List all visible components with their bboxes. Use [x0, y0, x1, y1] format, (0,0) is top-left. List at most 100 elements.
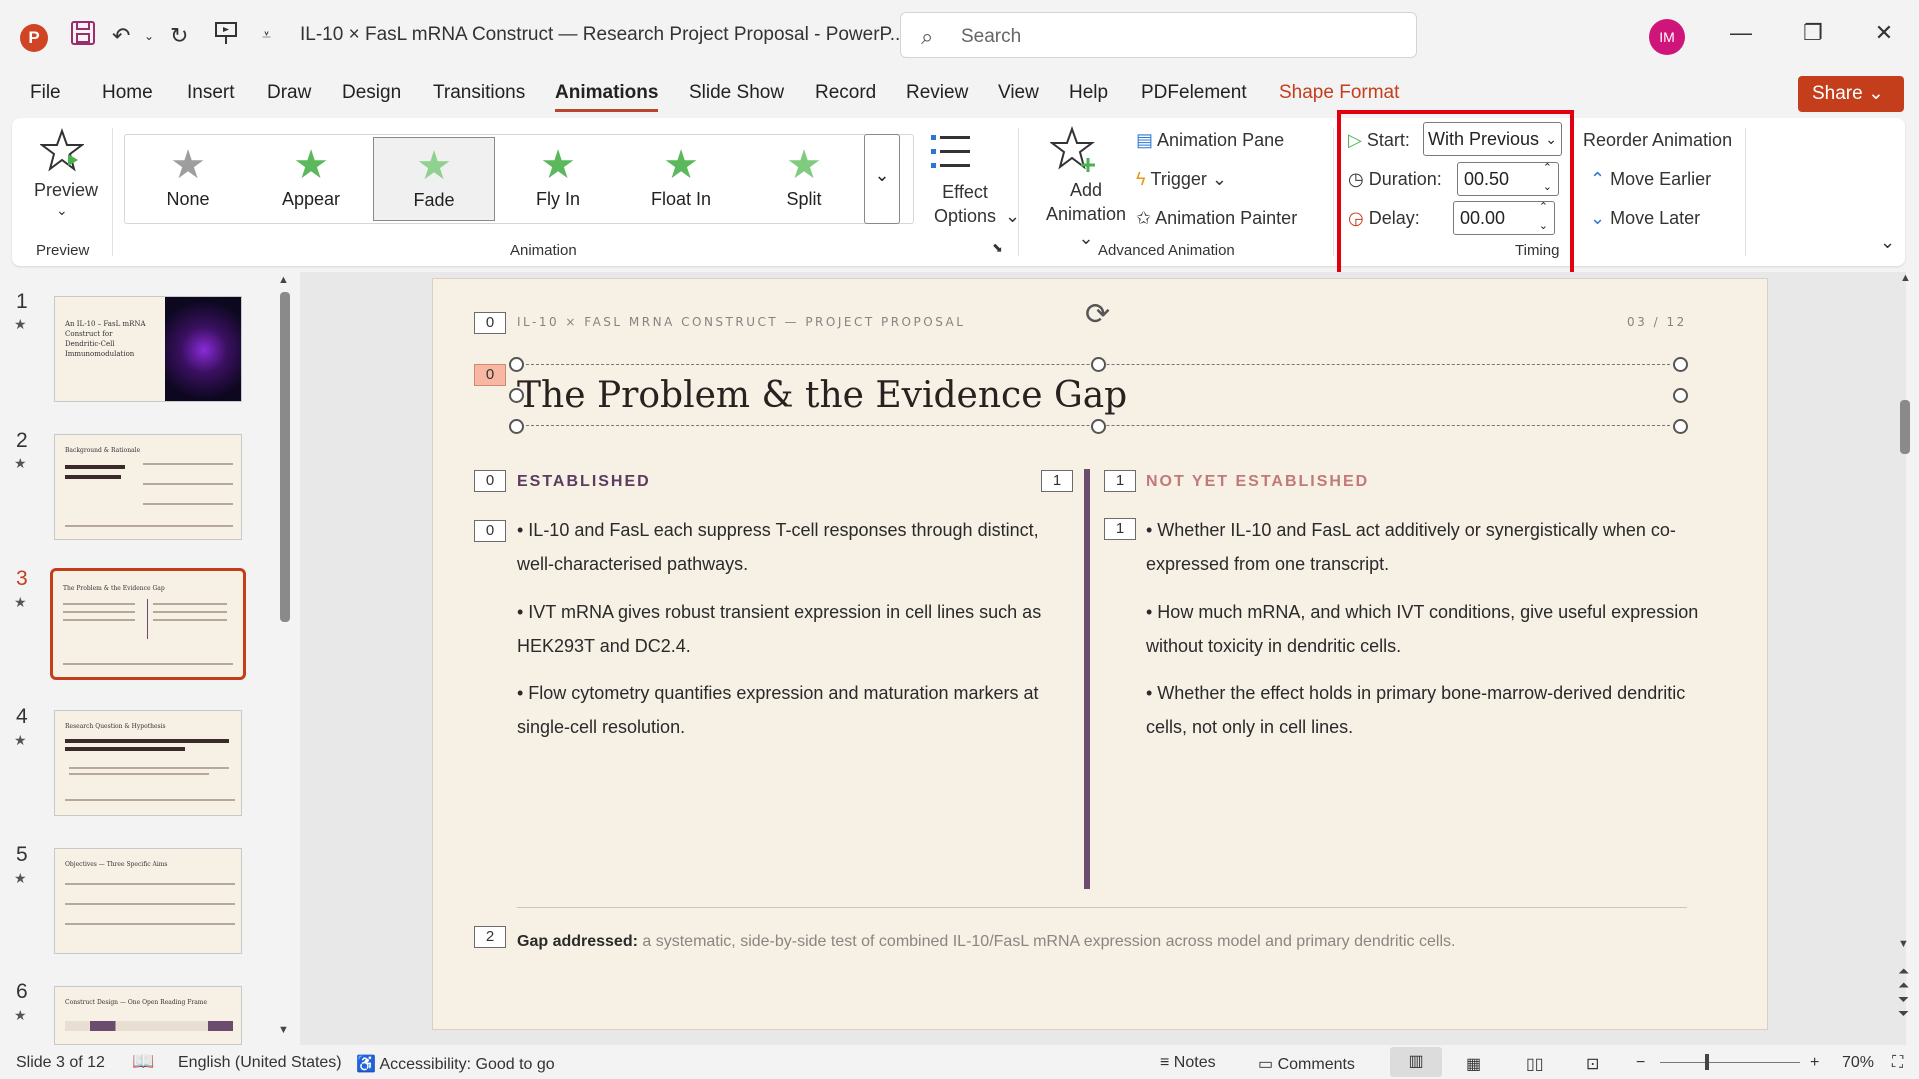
- scroll-up-icon[interactable]: ▲: [1900, 272, 1911, 284]
- slide-title[interactable]: The Problem & the Evidence Gap: [517, 375, 1127, 416]
- language-status[interactable]: English (United States): [178, 1054, 342, 1072]
- share-button[interactable]: Share ⌄: [1798, 76, 1904, 112]
- slide-sorter-icon[interactable]: ▦: [1466, 1054, 1481, 1074]
- collapse-ribbon-icon[interactable]: ⌄: [1880, 232, 1895, 253]
- animation-tag[interactable]: 1: [1104, 518, 1136, 540]
- animation-tag[interactable]: 1: [1041, 470, 1073, 492]
- resize-handle[interactable]: [1673, 388, 1688, 403]
- rotate-handle-icon[interactable]: ⟳: [1085, 297, 1110, 332]
- next-slide-icon[interactable]: ⏷ ⏷: [1898, 992, 1909, 1020]
- animation-dialog-launcher-icon[interactable]: ⬊: [992, 240, 1003, 256]
- scroll-down-icon[interactable]: ▼: [278, 1024, 289, 1036]
- thumb-line: [63, 663, 233, 665]
- resize-handle[interactable]: [1091, 357, 1106, 372]
- resize-handle[interactable]: [509, 419, 524, 434]
- add-animation-icon[interactable]: [1049, 126, 1100, 181]
- scroll-down-icon[interactable]: ▼: [1898, 938, 1909, 950]
- zoom-slider-track[interactable]: [1660, 1062, 1800, 1063]
- tab-insert[interactable]: Insert: [187, 82, 235, 104]
- column-divider[interactable]: [1084, 469, 1090, 889]
- slide-thumbnail-1[interactable]: An IL-10 – FasL mRNA Construct for Dendr…: [54, 296, 242, 402]
- thumb-line: [69, 767, 229, 769]
- notes-button[interactable]: ≡ Notes: [1160, 1054, 1216, 1072]
- tab-transitions[interactable]: Transitions: [433, 82, 525, 104]
- restore-icon[interactable]: ❐: [1793, 20, 1833, 46]
- save-icon[interactable]: [70, 20, 96, 55]
- spell-check-icon[interactable]: 📖: [132, 1051, 154, 1072]
- tab-home[interactable]: Home: [102, 82, 153, 104]
- animation-painter-button[interactable]: ✩ Animation Painter: [1136, 208, 1297, 229]
- tab-shape-format[interactable]: Shape Format: [1279, 82, 1399, 104]
- thumb-number: 1: [16, 290, 28, 313]
- tab-pdfelement[interactable]: PDFelement: [1141, 82, 1247, 104]
- zoom-out-icon[interactable]: −: [1636, 1054, 1645, 1072]
- tab-design[interactable]: Design: [342, 82, 401, 104]
- tab-help[interactable]: Help: [1069, 82, 1108, 104]
- effect-options-icon[interactable]: [929, 132, 973, 177]
- animation-tag[interactable]: 0: [474, 470, 506, 492]
- animation-float-in[interactable]: ★ Float In: [620, 137, 742, 221]
- customize-toolbar-icon[interactable]: ⩡: [262, 20, 271, 52]
- animation-tag[interactable]: 2: [474, 926, 506, 948]
- left-bullet-2: • IVT mRNA gives robust transient expres…: [517, 602, 1042, 656]
- animation-fade[interactable]: ★ Fade: [373, 137, 495, 221]
- animation-pane-button[interactable]: ▤ Animation Pane: [1136, 130, 1284, 151]
- tab-draw[interactable]: Draw: [267, 82, 311, 104]
- undo-dropdown-icon[interactable]: ⌄: [144, 20, 154, 52]
- slide-thumbnail-4[interactable]: Research Question & Hypothesis: [54, 710, 242, 816]
- animation-appear[interactable]: ★ Appear: [250, 137, 372, 221]
- effect-options-button[interactable]: Effect Options ⌄: [930, 180, 1020, 228]
- preview-star-icon[interactable]: [39, 128, 85, 177]
- minimize-icon[interactable]: —: [1721, 20, 1761, 46]
- animation-split[interactable]: ★ Split: [743, 137, 865, 221]
- zoom-in-icon[interactable]: +: [1810, 1054, 1819, 1072]
- tab-record[interactable]: Record: [815, 82, 876, 104]
- preview-dropdown-icon[interactable]: ⌄: [56, 202, 68, 219]
- undo-icon[interactable]: ↶: [112, 20, 130, 52]
- search-input[interactable]: ⌕ Search: [900, 12, 1417, 58]
- slide-thumbnail-2[interactable]: Background & Rationale: [54, 434, 242, 540]
- thumbnail-scrollbar[interactable]: [280, 292, 290, 622]
- trigger-button[interactable]: ϟ Trigger ⌄: [1136, 169, 1227, 190]
- avatar[interactable]: IM: [1649, 19, 1685, 55]
- resize-handle[interactable]: [509, 357, 524, 372]
- tab-animations[interactable]: Animations: [555, 82, 659, 112]
- zoom-level[interactable]: 70%: [1842, 1054, 1874, 1072]
- tab-slide-show[interactable]: Slide Show: [689, 82, 784, 104]
- preview-button[interactable]: Preview: [34, 180, 98, 201]
- animation-tag-selected[interactable]: 0: [474, 364, 506, 386]
- animation-tag[interactable]: 0: [474, 520, 506, 542]
- accessibility-status[interactable]: ♿ Accessibility: Good to go: [356, 1054, 555, 1074]
- animation-none[interactable]: ★ None: [127, 137, 249, 221]
- move-earlier-button[interactable]: ⌃ Move Earlier: [1590, 169, 1711, 190]
- add-animation-button[interactable]: Add Animation ⌄: [1046, 178, 1126, 250]
- fit-to-window-icon[interactable]: ⛶: [1892, 1054, 1903, 1072]
- normal-view-icon[interactable]: ▥: [1390, 1047, 1442, 1077]
- slide-thumbnail-5[interactable]: Objectives — Three Specific Aims: [54, 848, 242, 954]
- resize-handle[interactable]: [1673, 357, 1688, 372]
- comments-button[interactable]: ▭ Comments: [1258, 1054, 1355, 1074]
- animation-tag[interactable]: 1: [1104, 470, 1136, 492]
- slide-thumbnail-3[interactable]: The Problem & the Evidence Gap: [50, 568, 246, 680]
- move-later-button[interactable]: ⌄ Move Later: [1590, 208, 1700, 229]
- canvas-scrollbar[interactable]: [1900, 400, 1910, 454]
- tab-file[interactable]: File: [30, 82, 61, 104]
- zoom-slider-thumb[interactable]: [1705, 1054, 1709, 1070]
- tab-review[interactable]: Review: [906, 82, 968, 104]
- resize-handle[interactable]: [1091, 419, 1106, 434]
- slideshow-view-icon[interactable]: ⊡: [1586, 1054, 1599, 1074]
- animation-tag[interactable]: 0: [474, 312, 506, 334]
- tab-view[interactable]: View: [998, 82, 1039, 104]
- reading-view-icon[interactable]: ▯▯: [1526, 1054, 1544, 1074]
- established-heading-text: ESTABLISHED: [517, 473, 651, 490]
- slide-thumbnail-6[interactable]: Construct Design — One Open Reading Fram…: [54, 986, 242, 1045]
- gallery-more-button[interactable]: ⌄: [864, 134, 900, 224]
- animation-fly-in[interactable]: ★ Fly In: [497, 137, 619, 221]
- close-icon[interactable]: ✕: [1864, 20, 1904, 46]
- resize-handle[interactable]: [1673, 419, 1688, 434]
- previous-slide-icon[interactable]: ⏶ ⏶: [1898, 964, 1909, 992]
- redo-icon[interactable]: ↻: [170, 20, 188, 52]
- present-icon[interactable]: [214, 20, 238, 55]
- scroll-up-icon[interactable]: ▲: [278, 274, 289, 286]
- animation-pane-label: Animation Pane: [1157, 130, 1285, 150]
